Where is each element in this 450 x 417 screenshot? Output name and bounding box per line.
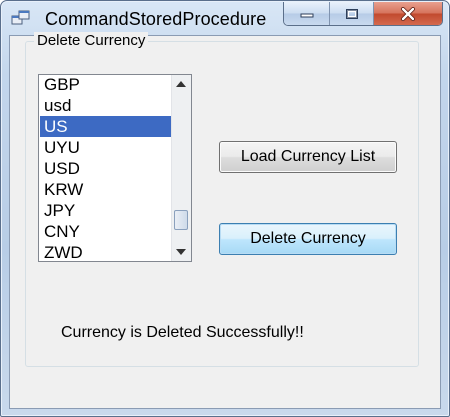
app-window-icon [11, 10, 30, 25]
minimize-icon [300, 13, 313, 17]
close-icon [401, 6, 415, 21]
status-message: Currency is Deleted Successfully!! [61, 324, 304, 341]
list-item[interactable]: KRW [40, 179, 171, 200]
window-title: CommandStoredProcedure [45, 9, 267, 29]
scroll-thumb[interactable] [174, 210, 188, 230]
close-button[interactable] [374, 2, 442, 25]
scroll-up-arrow-icon[interactable] [176, 81, 186, 87]
list-item[interactable]: USD [40, 158, 171, 179]
currency-list-items: GBP usd US UYU USD KRW JPY CNY ZWD [40, 75, 171, 261]
list-item[interactable]: ZWD [40, 242, 171, 261]
title-bar[interactable]: CommandStoredProcedure [1, 1, 450, 35]
list-item[interactable]: CNY [40, 221, 171, 242]
caption-buttons [283, 2, 443, 26]
delete-currency-button[interactable]: Delete Currency [219, 223, 397, 255]
list-item-selected[interactable]: US [40, 116, 171, 137]
list-item[interactable]: UYU [40, 137, 171, 158]
minimize-button[interactable] [284, 2, 330, 25]
vertical-scrollbar[interactable] [171, 75, 191, 261]
app-window: CommandStoredProcedure Delete Currency G… [0, 0, 450, 417]
list-item[interactable]: usd [40, 95, 171, 116]
list-item[interactable]: JPY [40, 200, 171, 221]
groupbox-label: Delete Currency [34, 32, 149, 49]
scroll-down-arrow-icon[interactable] [176, 249, 186, 255]
maximize-button[interactable] [330, 2, 374, 25]
list-item[interactable]: GBP [40, 75, 171, 95]
currency-listbox[interactable]: GBP usd US UYU USD KRW JPY CNY ZWD [38, 74, 192, 262]
load-currency-list-button[interactable]: Load Currency List [219, 141, 397, 173]
maximize-icon [345, 8, 358, 19]
